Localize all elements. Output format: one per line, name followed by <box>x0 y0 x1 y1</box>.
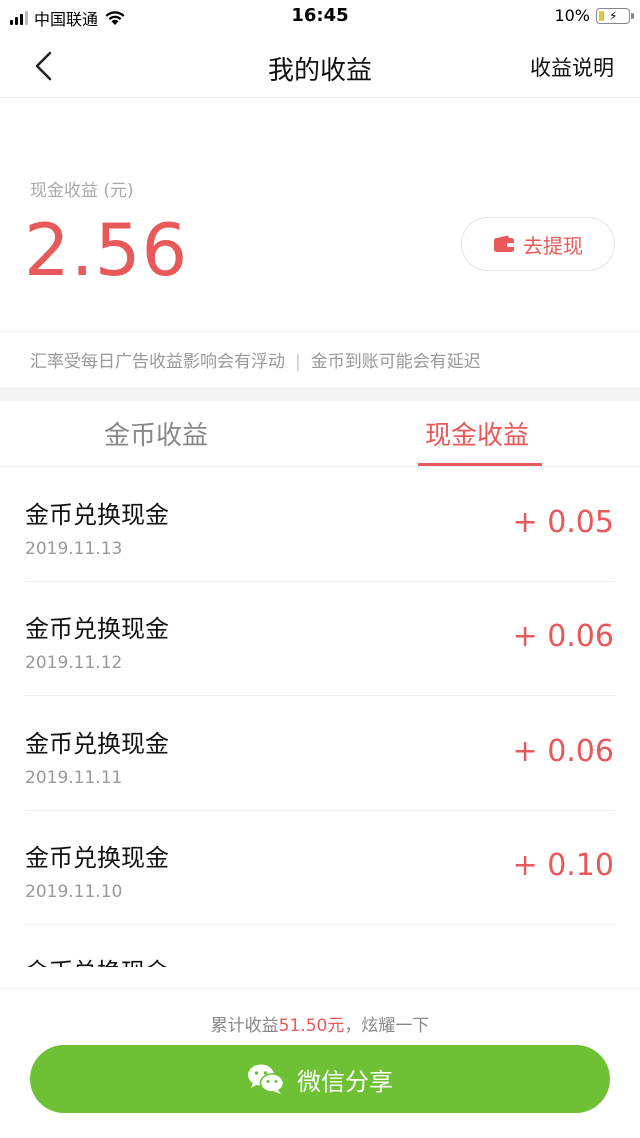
record-date: 2019.11.11 <box>25 768 123 788</box>
list-item: 金币兑换现金 2019.11.11 + 0.06 <box>0 696 640 811</box>
status-right: 10% ⚡ <box>554 6 634 25</box>
record-title: 金币兑换现金 <box>25 615 169 643</box>
earnings-tabs: 金币收益 现金收益 <box>0 401 640 467</box>
record-amount: + 0.06 <box>512 619 614 654</box>
record-amount: + 0.10 <box>512 848 614 883</box>
earnings-record-list[interactable]: 金币兑换现金 2019.11.13 + 0.05 金币兑换现金 2019.11.… <box>0 467 640 967</box>
record-date: 2019.11.10 <box>25 882 123 902</box>
record-title: 金币兑换现金 <box>25 501 169 529</box>
wechat-share-label: 微信分享 <box>297 1067 393 1096</box>
record-title: 金币兑换现金 <box>25 952 169 967</box>
list-item: 金币兑换现金 2019.11.10 + 0.10 <box>0 810 640 925</box>
record-title: 金币兑换现金 <box>25 730 169 758</box>
earnings-help-link[interactable]: 收益说明 <box>530 52 614 82</box>
rate-notice: 汇率受每日广告收益影响会有浮动 | 金币到账可能会有延迟 <box>30 347 481 372</box>
list-item: 金币兑换现金 <box>0 924 640 967</box>
record-amount: + 0.05 <box>512 505 614 540</box>
list-item: 金币兑换现金 2019.11.12 + 0.06 <box>0 581 640 696</box>
rate-notice-left: 汇率受每日广告收益影响会有浮动 <box>30 352 285 372</box>
battery-charging-icon: ⚡ <box>596 7 634 24</box>
cash-earnings-amount: 2.56 <box>24 208 189 292</box>
section-gap <box>0 387 640 401</box>
wechat-icon <box>248 1064 285 1094</box>
notice-separator: | <box>295 352 301 372</box>
tab-cash-earnings[interactable]: 现金收益 <box>425 415 529 452</box>
wallet-icon <box>494 235 514 252</box>
record-date: 2019.11.13 <box>25 539 123 559</box>
nav-bar: 我的收益 收益说明 <box>0 34 640 98</box>
record-date: 2019.11.12 <box>25 653 123 673</box>
summary-prefix: 累计收益 <box>210 1016 279 1036</box>
status-bar: 中国联通 16:45 10% ⚡ <box>0 0 640 34</box>
status-time: 16:45 <box>291 5 349 26</box>
footer: 累计收益51.50元，炫耀一下 微信分享 <box>0 988 640 1138</box>
wechat-share-button[interactable]: 微信分享 <box>30 1045 610 1113</box>
battery-percent: 10% <box>554 6 590 25</box>
bolt-icon: ⚡ <box>609 8 618 23</box>
rate-notice-right: 金币到账可能会有延迟 <box>310 352 481 372</box>
summary-suffix: ，炫耀一下 <box>344 1016 430 1036</box>
battery-fill <box>599 10 604 21</box>
tab-coin-earnings[interactable]: 金币收益 <box>104 415 208 452</box>
total-earnings-summary: 累计收益51.50元，炫耀一下 <box>0 1011 640 1036</box>
record-title: 金币兑换现金 <box>25 844 169 872</box>
summary-amount: 51.50元 <box>278 1016 345 1036</box>
withdraw-button[interactable]: 去提现 <box>461 217 615 271</box>
withdraw-label: 去提现 <box>523 233 583 258</box>
list-item: 金币兑换现金 2019.11.13 + 0.05 <box>0 467 640 582</box>
record-amount: + 0.06 <box>512 734 614 769</box>
active-tab-indicator <box>418 463 542 466</box>
divider <box>0 331 640 332</box>
cash-earnings-label: 现金收益 (元) <box>30 181 134 201</box>
